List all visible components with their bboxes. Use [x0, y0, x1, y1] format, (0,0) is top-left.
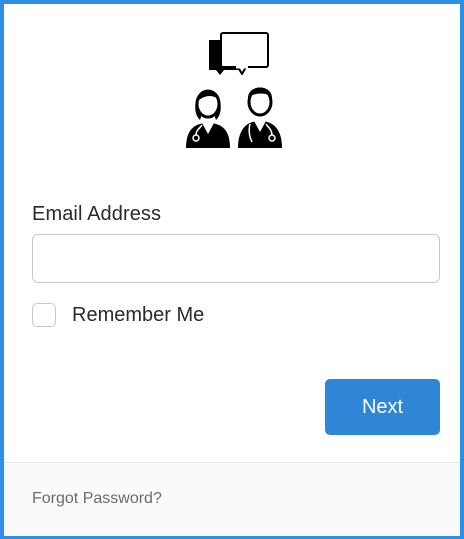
next-button[interactable]: Next: [325, 379, 440, 435]
email-input[interactable]: [32, 234, 440, 283]
remember-me-checkbox[interactable]: [32, 303, 56, 327]
email-label: Email Address: [32, 203, 162, 225]
login-panel: Email Address Remember Me Next Forgot Pa…: [4, 4, 460, 536]
remember-me-row: Remember Me: [32, 302, 204, 328]
doctors-chat-icon: [186, 32, 282, 148]
forgot-password-link[interactable]: Forgot Password?: [32, 490, 162, 508]
remember-me-label: Remember Me: [72, 303, 205, 326]
